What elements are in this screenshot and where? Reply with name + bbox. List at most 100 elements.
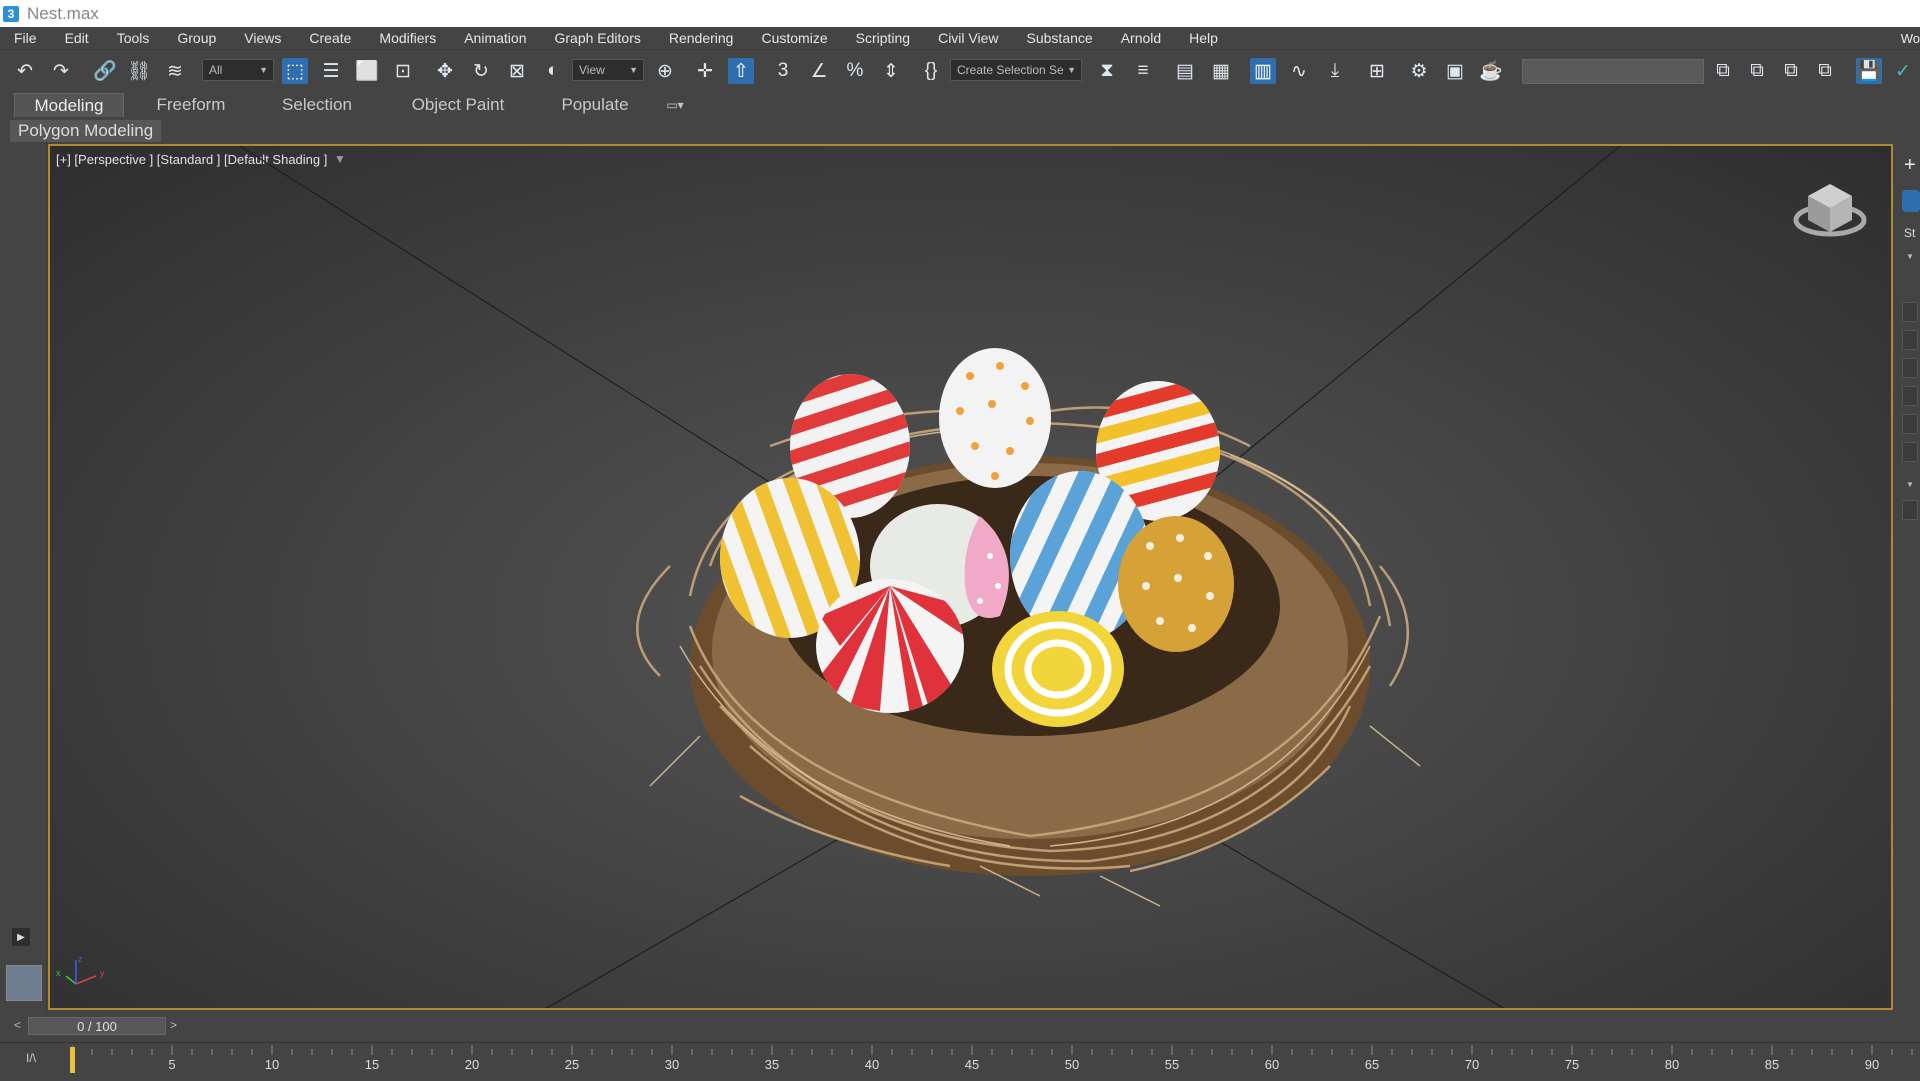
- perspective-viewport[interactable]: [+] [Perspective ] [Standard ] [Default …: [48, 144, 1893, 1010]
- snaps-toggle-icon[interactable]: 3: [770, 58, 796, 84]
- ribbon-options-icon[interactable]: ▭▾: [660, 93, 690, 117]
- time-slider-next-button[interactable]: >: [170, 1018, 177, 1032]
- time-slider-prev-button[interactable]: <: [14, 1018, 21, 1032]
- time-cursor[interactable]: [70, 1047, 75, 1073]
- container-edit-icon[interactable]: ⧉: [1778, 58, 1804, 84]
- object-type-button-2[interactable]: [1902, 330, 1918, 350]
- reference-coord-dropdown[interactable]: View ▼: [572, 59, 644, 81]
- menu-edit[interactable]: Edit: [65, 30, 89, 46]
- menu-graph-editors[interactable]: Graph Editors: [554, 30, 640, 46]
- menu-create[interactable]: Create: [309, 30, 351, 46]
- edit-named-selection-icon[interactable]: {}: [918, 58, 944, 84]
- expand-layouts-icon[interactable]: ▶: [12, 928, 30, 946]
- pivot-center-icon[interactable]: ⊕: [652, 58, 678, 84]
- rollout-arrow-icon[interactable]: ▼: [1906, 252, 1914, 261]
- viewcube[interactable]: [1790, 176, 1880, 256]
- menu-tools[interactable]: Tools: [117, 30, 150, 46]
- select-rotate-icon[interactable]: ↻: [468, 58, 494, 84]
- schematic-view-icon[interactable]: ⊞: [1364, 58, 1390, 84]
- select-move-icon[interactable]: ✥: [432, 58, 458, 84]
- named-selection-dropdown[interactable]: Create Selection Se ▼: [950, 59, 1082, 81]
- menu-arnold[interactable]: Arnold: [1121, 30, 1161, 46]
- viewport-layout-tab[interactable]: [6, 965, 42, 1001]
- tab-selection[interactable]: Selection: [262, 93, 372, 117]
- select-scale-icon[interactable]: ⊠: [504, 58, 530, 84]
- name-color-field[interactable]: [1902, 500, 1918, 520]
- mirror-icon[interactable]: ⧗: [1094, 58, 1120, 84]
- unlink-icon[interactable]: ⛓: [126, 58, 152, 84]
- rollout-arrow-icon[interactable]: ▼: [1906, 480, 1914, 489]
- menu-rendering[interactable]: Rendering: [669, 30, 734, 46]
- title-bar: 3 Nest.max: [0, 0, 1920, 27]
- track-bar[interactable]: I/\ 5 10 15 20 25 30 35 40 45 50 55 60 6…: [0, 1042, 1920, 1081]
- angle-snap-icon[interactable]: ∠: [806, 58, 832, 84]
- select-object-icon[interactable]: ⬚: [282, 58, 308, 84]
- timeline-label: 55: [1164, 1057, 1180, 1072]
- standard-primitives-label: St: [1904, 226, 1916, 240]
- bind-space-warp-icon[interactable]: ≋: [162, 58, 188, 84]
- align-icon[interactable]: ≡: [1130, 58, 1156, 84]
- select-by-name-icon[interactable]: ☰: [318, 58, 344, 84]
- check-icon[interactable]: ✓: [1890, 58, 1916, 84]
- tab-freeform[interactable]: Freeform: [136, 93, 246, 117]
- menu-views[interactable]: Views: [244, 30, 281, 46]
- object-type-button-6[interactable]: [1902, 442, 1918, 462]
- menu-group[interactable]: Group: [177, 30, 216, 46]
- select-place-icon[interactable]: ◐: [540, 58, 566, 84]
- spinner-snap-icon[interactable]: ⇕: [878, 58, 904, 84]
- selection-filter-dropdown[interactable]: All ▼: [202, 59, 274, 81]
- render-production-icon[interactable]: ☕: [1478, 58, 1504, 84]
- container-add-icon[interactable]: ⧉: [1744, 58, 1770, 84]
- menu-substance[interactable]: Substance: [1027, 30, 1093, 46]
- render-setup-icon[interactable]: ⚙: [1406, 58, 1432, 84]
- menu-customize[interactable]: Customize: [761, 30, 827, 46]
- 3dsmax-app-icon: 3: [3, 5, 19, 22]
- menu-modifiers[interactable]: Modifiers: [379, 30, 436, 46]
- object-type-button-4[interactable]: [1902, 386, 1918, 406]
- tab-modeling[interactable]: Modeling: [14, 93, 124, 117]
- layer-explorer-icon[interactable]: ▦: [1208, 58, 1234, 84]
- timeline-label: 5: [168, 1057, 176, 1072]
- main-toolbar: ↶ ↷ 🔗 ⛓ ≋ All ▼ ⬚ ☰ ⬜ ⊡ ✥ ↻ ⊠ ◐ View ▼ ⊕…: [0, 49, 1920, 92]
- percent-snap-icon[interactable]: %: [842, 58, 868, 84]
- menu-civil-view[interactable]: Civil View: [938, 30, 998, 46]
- named-selection-value: Create Selection Se: [957, 63, 1064, 77]
- object-type-button-3[interactable]: [1902, 358, 1918, 378]
- tab-populate[interactable]: Populate: [540, 93, 650, 117]
- geometry-panel-icon[interactable]: [1902, 190, 1920, 212]
- time-slider-thumb[interactable]: 0 / 100: [28, 1017, 166, 1035]
- rendered-frame-window-icon[interactable]: ▣: [1442, 58, 1468, 84]
- object-type-button-5[interactable]: [1902, 414, 1918, 434]
- redo-icon[interactable]: ↷: [48, 58, 74, 84]
- link-icon[interactable]: 🔗: [92, 58, 118, 84]
- menu-file[interactable]: File: [14, 30, 37, 46]
- container-icon[interactable]: ⧉: [1710, 58, 1736, 84]
- save-icon[interactable]: 💾: [1856, 58, 1882, 84]
- menu-scripting[interactable]: Scripting: [856, 30, 910, 46]
- command-panel-strip: + St ▼ ▼: [1894, 142, 1920, 1012]
- timeline-label: 65: [1364, 1057, 1380, 1072]
- create-panel-plus-icon[interactable]: +: [1904, 154, 1916, 177]
- window-crossing-icon[interactable]: ⊡: [390, 58, 416, 84]
- window-title: Nest.max: [27, 3, 99, 23]
- ribbon-panel: Polygon Modeling: [0, 120, 1920, 142]
- scene-explorer-icon[interactable]: ▤: [1172, 58, 1198, 84]
- menu-help[interactable]: Help: [1189, 30, 1218, 46]
- dope-sheet-icon[interactable]: ⤓: [1322, 58, 1348, 84]
- tab-object-paint[interactable]: Object Paint: [386, 93, 530, 117]
- menu-overflow-workspace[interactable]: Wo: [1901, 31, 1920, 46]
- chevron-down-icon: ▼: [629, 65, 638, 75]
- timeline-label: 25: [564, 1057, 580, 1072]
- viewport-layout-strip: ▶: [0, 142, 47, 1012]
- undo-icon[interactable]: ↶: [12, 58, 38, 84]
- menu-animation[interactable]: Animation: [464, 30, 526, 46]
- keyboard-shortcut-override-icon[interactable]: ⇧: [728, 58, 754, 84]
- toggle-ribbon-icon[interactable]: ▥: [1250, 58, 1276, 84]
- container-close-icon[interactable]: ⧉: [1812, 58, 1838, 84]
- panel-polygon-modeling[interactable]: Polygon Modeling: [10, 120, 162, 142]
- select-manipulate-icon[interactable]: ✛: [692, 58, 718, 84]
- object-type-button-1[interactable]: [1902, 302, 1918, 322]
- curve-editor-icon[interactable]: ∿: [1286, 58, 1312, 84]
- rect-selection-region-icon[interactable]: ⬜: [354, 58, 380, 84]
- toolbar-input-field[interactable]: [1522, 59, 1704, 84]
